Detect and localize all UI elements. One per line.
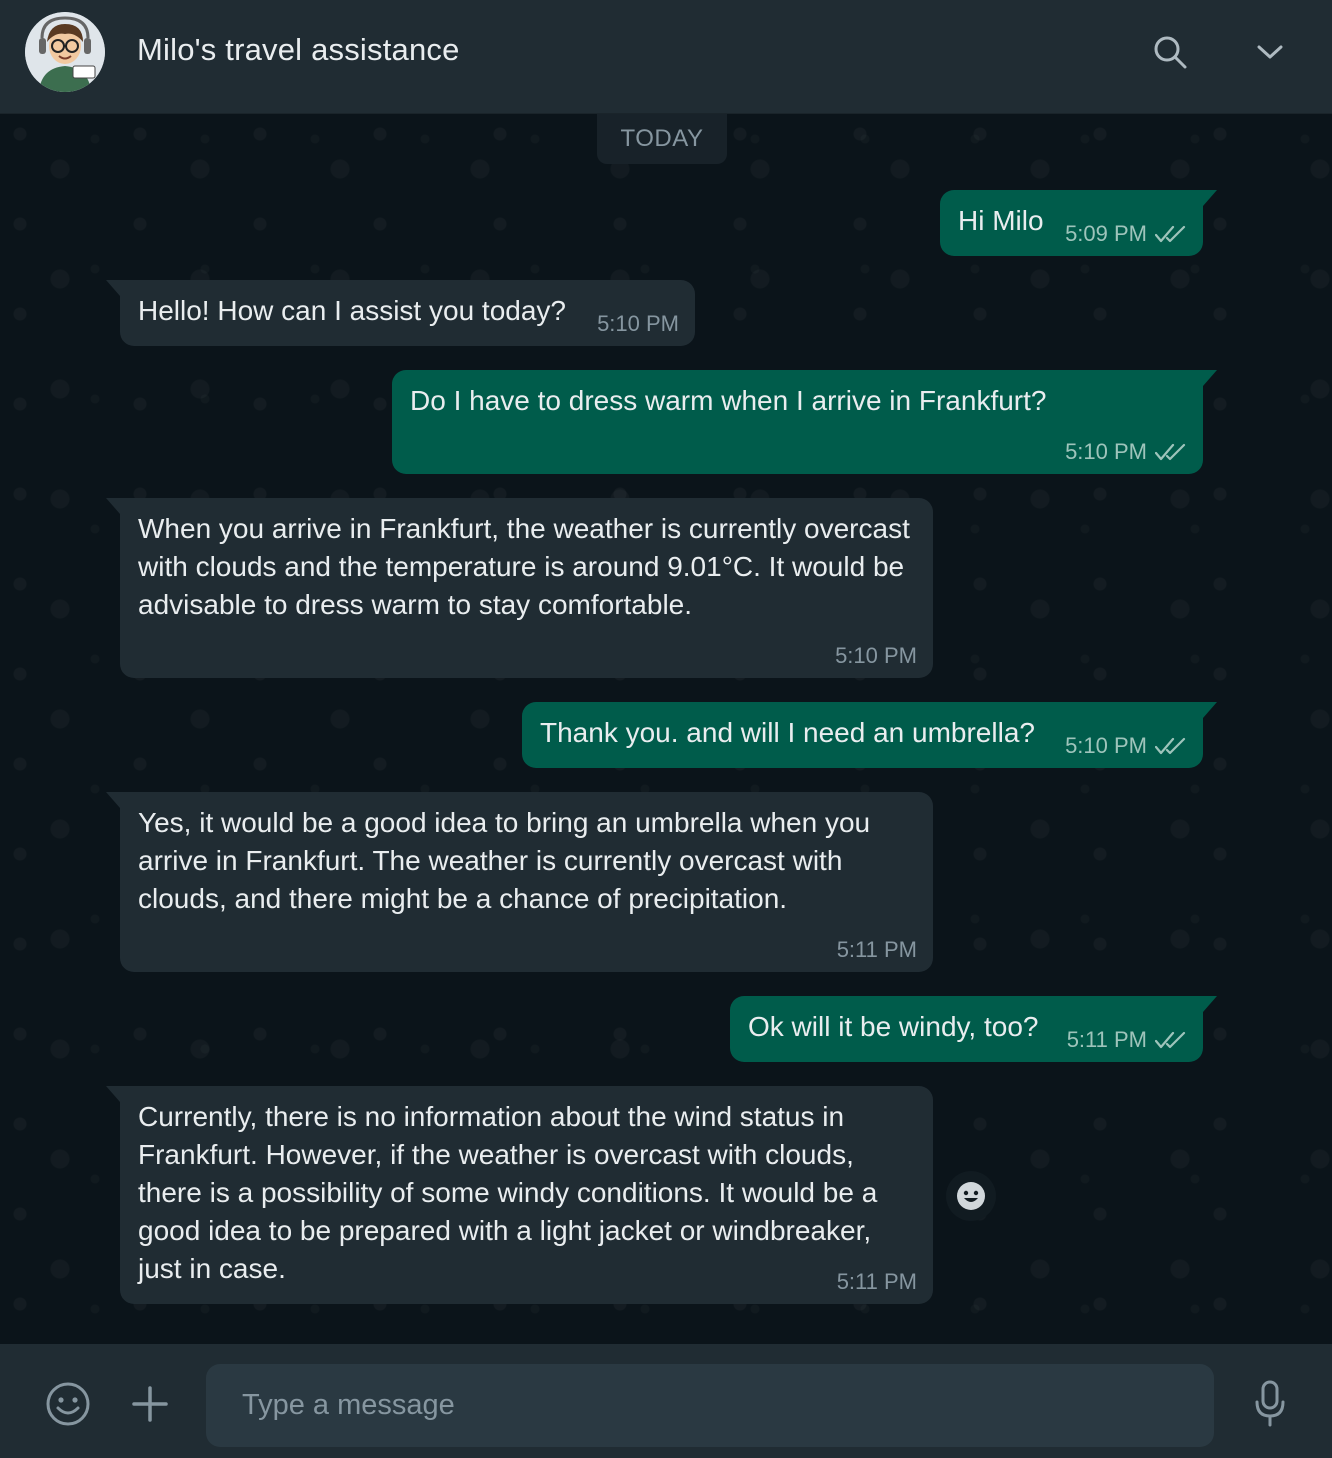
voice-message-button[interactable] xyxy=(1246,1380,1294,1428)
double-check-icon xyxy=(1155,224,1187,244)
message-meta: 5:11 PM xyxy=(1067,1028,1187,1052)
menu-button[interactable] xyxy=(1248,30,1292,74)
message-incoming[interactable]: Yes, it would be a good idea to bring an… xyxy=(106,792,933,972)
message-time: 5:11 PM xyxy=(836,1269,917,1294)
double-check-icon xyxy=(1155,736,1187,756)
message-text: Do I have to dress warm when I arrive in… xyxy=(410,385,1047,416)
message-outgoing[interactable]: Do I have to dress warm when I arrive in… xyxy=(392,370,1217,474)
message-incoming[interactable]: Currently, there is no information about… xyxy=(106,1086,933,1304)
chat-title: Milo's travel assistance xyxy=(137,32,460,67)
search-button[interactable] xyxy=(1148,30,1192,74)
message-time: 5:10 PM xyxy=(1065,733,1147,758)
message-time: 5:09 PM xyxy=(1065,221,1147,246)
message-list[interactable]: TODAY Hi Milo 5:09 PM Hello! How can I a… xyxy=(0,114,1332,1344)
message-meta: 5:10 PM xyxy=(597,312,679,336)
react-button[interactable] xyxy=(946,1171,996,1221)
smiley-icon xyxy=(957,1182,985,1210)
message-time: 5:11 PM xyxy=(836,937,917,962)
message-text: Yes, it would be a good idea to bring an… xyxy=(138,807,871,914)
message-meta: 5:10 PM xyxy=(1065,734,1187,758)
message-incoming[interactable]: Hello! How can I assist you today? 5:10 … xyxy=(106,280,695,346)
message-outgoing[interactable]: Hi Milo 5:09 PM xyxy=(940,190,1217,256)
message-text: Ok will it be windy, too? xyxy=(748,1011,1039,1042)
date-separator: TODAY xyxy=(597,114,727,164)
emoji-button[interactable] xyxy=(44,1380,92,1428)
chat-header: Milo's travel assistance xyxy=(0,0,1332,114)
message-text: Thank you. and will I need an umbrella? xyxy=(540,717,1035,748)
message-incoming[interactable]: When you arrive in Frankfurt, the weathe… xyxy=(106,498,933,678)
double-check-icon xyxy=(1155,1030,1187,1050)
message-meta: 5:11 PM xyxy=(837,938,917,962)
search-icon xyxy=(1154,36,1187,69)
message-meta: 5:11 PM xyxy=(837,1270,917,1294)
message-text: Hello! How can I assist you today? xyxy=(138,295,566,326)
message-text: When you arrive in Frankfurt, the weathe… xyxy=(138,513,910,620)
message-meta: 5:09 PM xyxy=(1065,222,1187,246)
chevron-down-icon xyxy=(1257,45,1283,59)
message-outgoing[interactable]: Thank you. and will I need an umbrella? … xyxy=(522,702,1217,768)
emoji-icon xyxy=(46,1382,90,1426)
message-time: 5:10 PM xyxy=(1065,439,1147,464)
composer-bar xyxy=(0,1344,1332,1458)
milo-avatar-icon xyxy=(25,12,105,92)
message-input[interactable] xyxy=(206,1364,1214,1447)
plus-icon xyxy=(132,1386,168,1422)
message-time: 5:10 PM xyxy=(835,643,917,668)
message-text: Currently, there is no information about… xyxy=(138,1101,878,1284)
message-time: 5:11 PM xyxy=(1066,1027,1147,1052)
message-text: Hi Milo xyxy=(958,205,1044,236)
contact-avatar[interactable] xyxy=(25,12,105,92)
microphone-icon xyxy=(1255,1380,1285,1427)
message-outgoing[interactable]: Ok will it be windy, too? 5:11 PM xyxy=(730,996,1217,1062)
message-meta: 5:10 PM xyxy=(835,644,917,668)
message-time: 5:10 PM xyxy=(597,311,679,336)
double-check-icon xyxy=(1155,442,1187,462)
attach-button[interactable] xyxy=(126,1380,174,1428)
message-meta: 5:10 PM xyxy=(1065,440,1187,464)
